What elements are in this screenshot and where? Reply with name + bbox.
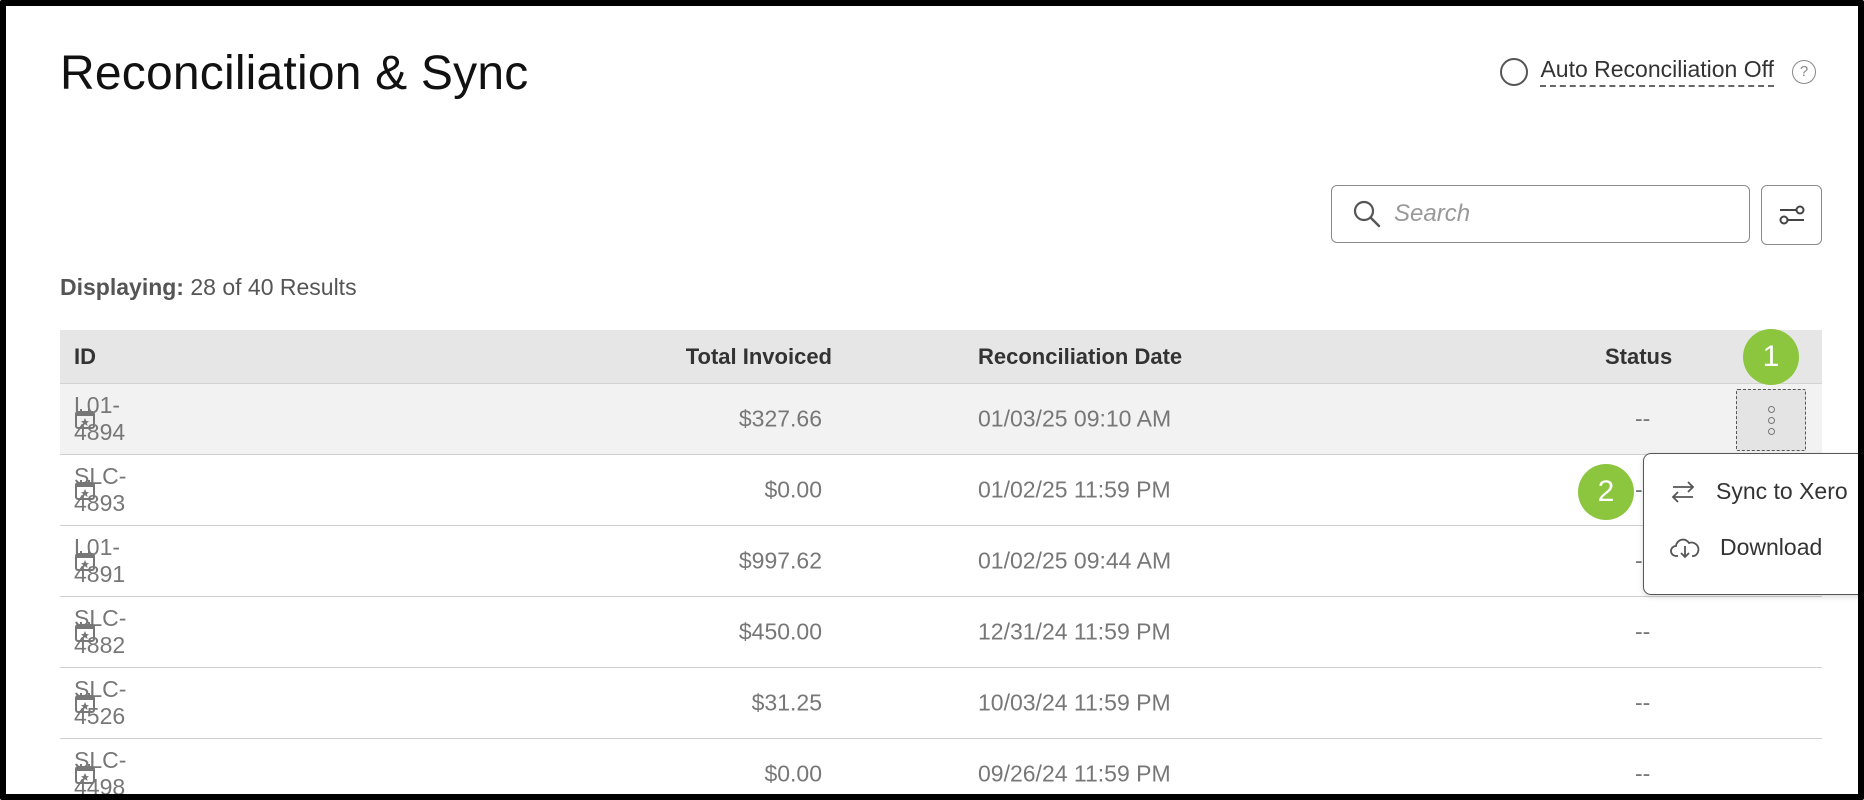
auto-reconciliation-toggle[interactable]: Auto Reconciliation Off ? xyxy=(1500,56,1816,87)
menu-item-label: Download xyxy=(1720,534,1823,560)
row-date: 10/03/24 11:59 PM xyxy=(978,689,1171,716)
row-actions-button[interactable] xyxy=(1736,389,1806,451)
row-total: $31.25 xyxy=(751,689,822,716)
menu-item-sync-to-xero[interactable]: Sync to Xero xyxy=(1670,478,1848,505)
table-row[interactable]: SLC-4498 $0.00 09/26/24 11:59 PM -- xyxy=(60,739,1822,794)
row-status: -- xyxy=(1635,618,1651,645)
swap-arrows-icon xyxy=(1671,480,1695,503)
row-status: -- xyxy=(1635,689,1651,716)
filter-settings-button[interactable] xyxy=(1761,185,1822,245)
results-label: Displaying: xyxy=(60,274,184,300)
row-total: $327.66 xyxy=(738,405,822,432)
scheduled-calendar-icon xyxy=(74,408,96,430)
scheduled-calendar-icon xyxy=(74,479,96,501)
scheduled-calendar-icon xyxy=(74,621,96,643)
header-total-invoiced[interactable]: Total Invoiced xyxy=(686,344,832,370)
scheduled-calendar-icon xyxy=(74,763,96,785)
results-count: Displaying: 28 of 40 Results xyxy=(60,274,357,301)
row-actions-menu: Sync to Xero Download xyxy=(1643,453,1858,595)
table-row[interactable]: SLC-4882 $450.00 12/31/24 11:59 PM -- xyxy=(60,597,1822,668)
row-total: $997.62 xyxy=(738,547,822,574)
row-total: $0.00 xyxy=(764,760,822,787)
kebab-dot xyxy=(1767,416,1775,424)
row-date: 01/03/25 09:10 AM xyxy=(978,405,1172,432)
table-row[interactable]: L01-4894 $327.66 01/03/25 09:10 AM -- xyxy=(60,384,1822,455)
callout-badge-1: 1 xyxy=(1743,329,1799,385)
reconciliation-table: ID Total Invoiced Reconciliation Date St… xyxy=(60,330,1822,794)
app-frame: Reconciliation & Sync Auto Reconciliatio… xyxy=(0,0,1864,800)
row-date: 01/02/25 11:59 PM xyxy=(978,476,1171,503)
table-row[interactable]: SLC-4526 $31.25 10/03/24 11:59 PM -- xyxy=(60,668,1822,739)
row-date: 09/26/24 11:59 PM xyxy=(978,760,1171,787)
scheduled-calendar-icon xyxy=(74,550,96,572)
header-id[interactable]: ID xyxy=(74,344,96,370)
kebab-dot xyxy=(1767,427,1775,435)
row-status: -- xyxy=(1635,760,1651,787)
search-box[interactable] xyxy=(1331,185,1750,243)
row-date: 01/02/25 09:44 AM xyxy=(978,547,1172,574)
callout-badge-2: 2 xyxy=(1578,464,1634,520)
header-status[interactable]: Status xyxy=(1605,344,1672,370)
kebab-dot xyxy=(1767,405,1775,413)
menu-item-label: Sync to Xero xyxy=(1716,478,1848,504)
menu-item-download[interactable]: Download xyxy=(1670,534,1822,561)
auto-reconciliation-label[interactable]: Auto Reconciliation Off xyxy=(1540,56,1774,87)
sliders-icon xyxy=(1779,205,1804,225)
auto-reconciliation-radio[interactable] xyxy=(1500,57,1529,86)
table-row[interactable]: SLC-4893 $0.00 01/02/25 11:59 PM -- xyxy=(60,455,1822,526)
row-total: $0.00 xyxy=(764,476,822,503)
cloud-download-icon xyxy=(1670,538,1700,558)
results-text: 28 of 40 Results xyxy=(190,274,357,300)
help-icon[interactable]: ? xyxy=(1792,59,1816,84)
table-header: ID Total Invoiced Reconciliation Date St… xyxy=(60,330,1822,384)
scheduled-calendar-icon xyxy=(74,692,96,714)
header-reconciliation-date[interactable]: Reconciliation Date xyxy=(978,344,1182,370)
table-row[interactable]: L01-4891 $997.62 01/02/25 09:44 AM -- xyxy=(60,526,1822,597)
page-title: Reconciliation & Sync xyxy=(60,47,529,100)
row-status: -- xyxy=(1635,405,1651,432)
row-date: 12/31/24 11:59 PM xyxy=(978,618,1171,645)
search-input[interactable] xyxy=(1394,200,1734,228)
search-icon xyxy=(1353,200,1381,228)
row-total: $450.00 xyxy=(738,618,822,645)
